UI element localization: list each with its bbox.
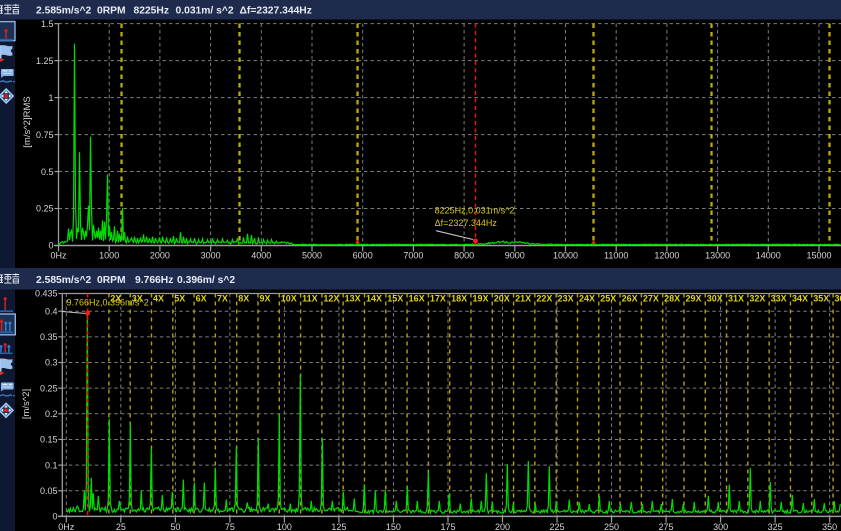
svg-text:9.766Hz: 9.766Hz: [135, 275, 173, 286]
svg-text:0.35: 0.35: [40, 332, 58, 342]
svg-text:24X: 24X: [579, 294, 595, 304]
svg-text:13X: 13X: [345, 294, 361, 304]
svg-text:3000: 3000: [201, 251, 221, 261]
svg-text:[m/s^2]: [m/s^2]: [21, 389, 32, 419]
svg-text:14X: 14X: [366, 294, 382, 304]
svg-text:100: 100: [277, 522, 292, 531]
svg-text:22X: 22X: [536, 294, 552, 304]
svg-text:0RPM: 0RPM: [97, 6, 126, 17]
svg-text:175: 175: [440, 522, 455, 531]
svg-text:9.766Hz,0.396m/s^2: 9.766Hz,0.396m/s^2: [67, 298, 149, 308]
svg-text:0.031m/ s^2: 0.031m/ s^2: [176, 6, 234, 17]
svg-text:0.15: 0.15: [40, 435, 58, 445]
svg-text:27X: 27X: [643, 294, 659, 304]
svg-text:2.585m/s^2: 2.585m/s^2: [36, 6, 92, 17]
svg-text:50: 50: [170, 522, 180, 531]
svg-text:25: 25: [116, 522, 126, 531]
svg-text:0.25: 0.25: [40, 383, 58, 393]
svg-text:13000: 13000: [705, 251, 730, 261]
svg-text:28X: 28X: [664, 294, 680, 304]
svg-text:0.5: 0.5: [41, 167, 54, 177]
svg-text:30X: 30X: [707, 294, 723, 304]
svg-text:300: 300: [713, 522, 728, 531]
svg-text:29X: 29X: [685, 294, 701, 304]
svg-text:9X: 9X: [259, 294, 270, 304]
svg-text:8000: 8000: [454, 251, 474, 261]
svg-text:350: 350: [822, 522, 837, 531]
svg-text:15000: 15000: [806, 251, 831, 261]
svg-text:15X: 15X: [387, 294, 403, 304]
svg-text:11X: 11X: [302, 294, 318, 304]
svg-text:8X: 8X: [238, 294, 249, 304]
svg-text:9000: 9000: [505, 251, 525, 261]
svg-text:75: 75: [225, 522, 235, 531]
svg-text:0.05: 0.05: [40, 486, 58, 496]
svg-text:36X: 36X: [835, 294, 841, 304]
svg-text:[m/s^2]RMS: [m/s^2]RMS: [22, 96, 33, 147]
svg-text:20X: 20X: [494, 294, 510, 304]
svg-text:32X: 32X: [749, 294, 765, 304]
svg-text:0.2: 0.2: [45, 409, 58, 419]
svg-text:12000: 12000: [654, 251, 679, 261]
svg-text:17X: 17X: [430, 294, 446, 304]
svg-text:6X: 6X: [196, 294, 207, 304]
svg-text:0.435: 0.435: [35, 289, 58, 299]
svg-text:250: 250: [604, 522, 619, 531]
svg-text:4X: 4X: [153, 294, 164, 304]
svg-text:0.75: 0.75: [36, 130, 54, 140]
svg-text:14000: 14000: [756, 251, 781, 261]
svg-text:1000: 1000: [99, 251, 119, 261]
svg-text:325: 325: [768, 522, 783, 531]
svg-text:23X: 23X: [558, 294, 574, 304]
svg-text:2.585m/s^2: 2.585m/s^2: [36, 275, 92, 286]
svg-text:8225Hz: 8225Hz: [134, 6, 170, 17]
svg-text:1.25: 1.25: [36, 56, 54, 66]
svg-text:0.1: 0.1: [45, 460, 58, 470]
svg-text:1: 1: [48, 93, 53, 103]
svg-text:Δf=2327.344Hz: Δf=2327.344Hz: [435, 218, 498, 228]
svg-text:Δf=2327.344Hz: Δf=2327.344Hz: [240, 6, 312, 17]
svg-text:18X: 18X: [451, 294, 467, 304]
svg-text:1.5: 1.5: [41, 19, 54, 29]
svg-text:31X: 31X: [728, 294, 744, 304]
svg-text:0.4: 0.4: [45, 306, 58, 316]
svg-text:5000: 5000: [302, 251, 322, 261]
svg-text:12X: 12X: [323, 294, 339, 304]
svg-text:11000: 11000: [604, 251, 628, 261]
svg-text:2000: 2000: [150, 251, 170, 261]
svg-text:225: 225: [550, 522, 565, 531]
svg-text:33X: 33X: [771, 294, 787, 304]
svg-text:5X: 5X: [174, 294, 185, 304]
svg-text:26X: 26X: [622, 294, 638, 304]
svg-text:0Hz: 0Hz: [58, 522, 75, 531]
svg-text:6000: 6000: [353, 251, 373, 261]
svg-text:0.396m/ s^2: 0.396m/ s^2: [177, 275, 235, 286]
svg-text:275: 275: [659, 522, 674, 531]
svg-text:21X: 21X: [515, 294, 531, 304]
svg-text:34X: 34X: [792, 294, 808, 304]
svg-text:35X: 35X: [813, 294, 829, 304]
svg-text:10X: 10X: [281, 294, 297, 304]
svg-text:0: 0: [48, 241, 53, 251]
svg-text:8225Hz,0.031m/s^2: 8225Hz,0.031m/s^2: [435, 206, 515, 216]
svg-text:19X: 19X: [472, 294, 488, 304]
svg-text:0Hz: 0Hz: [50, 251, 67, 261]
svg-text:0.3: 0.3: [45, 358, 58, 368]
svg-text:7X: 7X: [217, 294, 228, 304]
svg-text:0RPM: 0RPM: [97, 275, 126, 286]
svg-text:7000: 7000: [403, 251, 423, 261]
svg-text:4000: 4000: [251, 251, 271, 261]
svg-text:200: 200: [495, 522, 510, 531]
svg-text:0.25: 0.25: [36, 204, 54, 214]
svg-text:16X: 16X: [409, 294, 425, 304]
svg-text:150: 150: [386, 522, 401, 531]
svg-text:25X: 25X: [600, 294, 616, 304]
svg-text:125: 125: [331, 522, 346, 531]
svg-text:10000: 10000: [553, 251, 578, 261]
svg-text:0: 0: [52, 512, 57, 522]
